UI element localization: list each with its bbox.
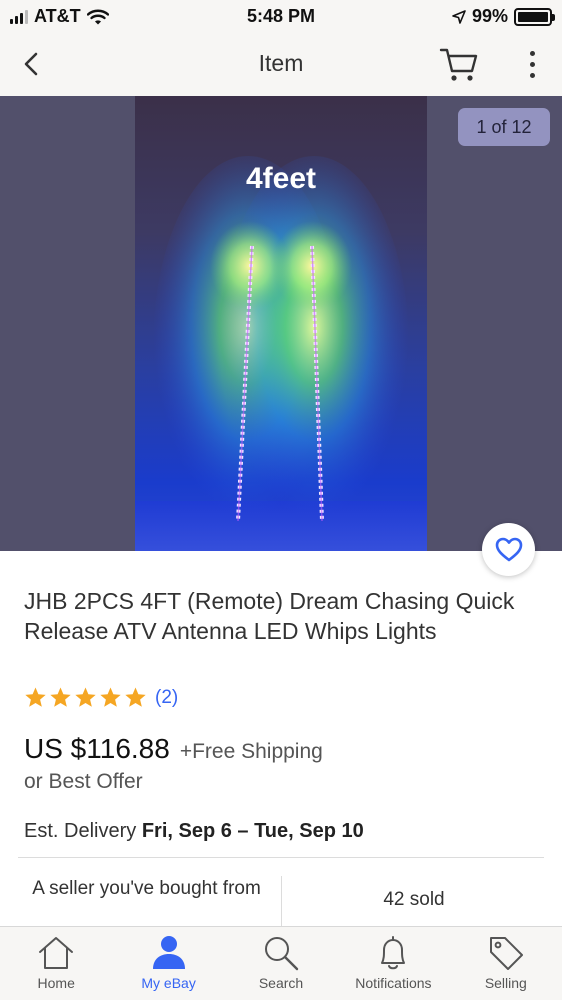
star-icon [125, 687, 146, 707]
rating-row[interactable]: (2) [24, 686, 178, 709]
battery-percent: 99% [471, 6, 508, 26]
rating-count-link[interactable]: (2) [155, 687, 178, 709]
delivery-label: Est. Delivery [24, 820, 137, 842]
star-icon [50, 687, 71, 707]
battery-icon [514, 7, 555, 26]
divider [18, 857, 544, 858]
bottom-tab-bar: Home My eBay Search Notifications Sellin… [0, 926, 562, 1000]
tab-my-ebay[interactable]: My eBay [112, 927, 224, 1000]
item-image-gallery[interactable]: 4feet 1 of 12 [0, 96, 562, 551]
cart-icon[interactable] [438, 44, 480, 84]
star-icon [25, 687, 46, 707]
bell-icon [381, 936, 406, 970]
price-row: US $116.88 +Free Shipping [24, 733, 323, 765]
status-bar: AT&T 5:48 PM 99% [0, 0, 562, 32]
tab-label: Selling [484, 975, 527, 991]
delivery-dates: Fri, Sep 6 – Tue, Sep 10 [141, 820, 364, 842]
more-vertical-icon[interactable] [518, 46, 546, 82]
image-counter-badge: 1 of 12 [458, 108, 550, 146]
shipping-cost: +Free Shipping [179, 740, 323, 763]
home-icon [39, 937, 74, 969]
tab-home[interactable]: Home [0, 927, 112, 1000]
tab-label: Home [37, 975, 75, 991]
estimated-delivery: Est. Delivery Fri, Sep 6 – Tue, Sep 10 [24, 820, 364, 843]
tab-label: My eBay [141, 975, 196, 991]
tab-search[interactable]: Search [225, 927, 337, 1000]
tag-icon [489, 937, 523, 970]
seller-note: A seller you've bought from [32, 878, 261, 899]
tab-label: Notifications [355, 975, 432, 991]
tab-notifications[interactable]: Notifications [337, 927, 449, 1000]
item-title: JHB 2PCS 4FT (Remote) Dream Chasing Quic… [24, 588, 515, 644]
sold-count: 42 sold [383, 889, 445, 910]
person-icon [152, 936, 185, 969]
star-icon [75, 687, 96, 707]
nav-bar: Item [0, 32, 562, 96]
star-icon [100, 687, 121, 707]
best-offer-label: or Best Offer [24, 770, 143, 793]
status-right: 99% [452, 6, 555, 27]
watch-button[interactable] [482, 523, 535, 576]
item-price: US $116.88 [24, 733, 170, 764]
location-arrow-icon [452, 9, 466, 24]
heart-icon [495, 537, 522, 561]
image-caption: 4feet [245, 162, 317, 195]
tab-label: Search [258, 975, 304, 991]
tab-selling[interactable]: Selling [450, 927, 562, 1000]
search-icon [265, 937, 299, 971]
